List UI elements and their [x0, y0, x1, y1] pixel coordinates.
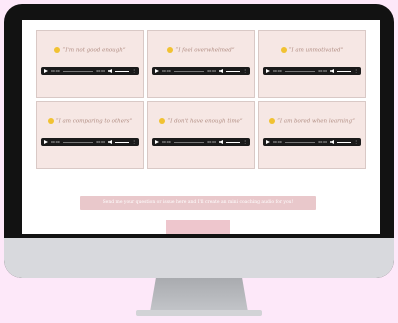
- progress-track[interactable]: [173, 141, 205, 143]
- more-options-icon[interactable]: ⋮: [243, 69, 247, 73]
- volume-icon[interactable]: [219, 140, 223, 144]
- audio-card: “I'm not good enough” 00:00 00:00 ⋮: [36, 30, 144, 98]
- progress-track[interactable]: [173, 70, 205, 72]
- volume-icon[interactable]: [330, 69, 334, 73]
- audio-card: “I am bored when learning” 00:00 00:00 ⋮: [258, 101, 366, 169]
- volume-slider[interactable]: [226, 141, 240, 143]
- progress-track[interactable]: [284, 70, 316, 72]
- volume-icon[interactable]: [330, 140, 334, 144]
- audio-player[interactable]: 00:00 00:00 ⋮: [263, 138, 361, 146]
- audio-card: “I feel overwhelmed” 00:00 00:00 ⋮: [147, 30, 255, 98]
- monitor-base: [136, 310, 262, 316]
- audio-card: “I am unmotivated” 00:00 00:00 ⋮: [258, 30, 366, 98]
- coaching-audio-grid: “I'm not good enough” 00:00 00:00 ⋮ “I f…: [36, 30, 368, 169]
- card-quote: “I feel overwhelmed”: [148, 47, 254, 54]
- card-quote: “I am comparing to others”: [37, 118, 143, 125]
- expressionless-face-icon: [280, 47, 287, 53]
- audio-player[interactable]: 00:00 00:00 ⋮: [263, 67, 361, 75]
- more-options-icon[interactable]: ⋮: [132, 69, 136, 73]
- audio-player[interactable]: 00:00 00:00 ⋮: [152, 138, 250, 146]
- duration: 00:00: [96, 140, 105, 144]
- send-question-button[interactable]: Send me your question or issue here and …: [80, 196, 316, 210]
- current-time: 00:00: [51, 69, 60, 73]
- current-time: 00:00: [162, 69, 171, 73]
- duration: 00:00: [318, 140, 327, 144]
- progress-track[interactable]: [284, 141, 316, 143]
- volume-slider[interactable]: [226, 70, 240, 72]
- card-quote: “I don't have enough time”: [148, 118, 254, 125]
- current-time: 00:00: [162, 140, 171, 144]
- current-time: 00:00: [51, 140, 60, 144]
- submit-button[interactable]: [166, 220, 230, 234]
- play-icon[interactable]: [44, 140, 48, 144]
- card-quote: “I am bored when learning”: [259, 118, 365, 125]
- more-options-icon[interactable]: ⋮: [354, 69, 358, 73]
- sad-face-icon: [159, 118, 166, 124]
- thinking-face-icon: [47, 118, 54, 124]
- volume-icon[interactable]: [219, 69, 223, 73]
- play-icon[interactable]: [266, 69, 270, 73]
- confused-face-icon: [54, 47, 61, 53]
- volume-slider[interactable]: [337, 141, 351, 143]
- duration: 00:00: [318, 69, 327, 73]
- worried-face-icon: [269, 118, 276, 124]
- audio-card: “I am comparing to others” 00:00 00:00 ⋮: [36, 101, 144, 169]
- monitor-stand: [150, 278, 248, 312]
- audio-player[interactable]: 00:00 00:00 ⋮: [152, 67, 250, 75]
- website-screen: “I'm not good enough” 00:00 00:00 ⋮ “I f…: [22, 20, 380, 234]
- volume-slider[interactable]: [115, 141, 129, 143]
- play-icon[interactable]: [155, 140, 159, 144]
- monitor-chin: [4, 238, 394, 278]
- audio-player[interactable]: 00:00 00:00 ⋮: [41, 138, 139, 146]
- audio-card: “I don't have enough time” 00:00 00:00 ⋮: [147, 101, 255, 169]
- play-icon[interactable]: [44, 69, 48, 73]
- play-icon[interactable]: [155, 69, 159, 73]
- more-options-icon[interactable]: ⋮: [243, 140, 247, 144]
- duration: 00:00: [207, 140, 216, 144]
- current-time: 00:00: [273, 140, 282, 144]
- play-icon[interactable]: [266, 140, 270, 144]
- duration: 00:00: [207, 69, 216, 73]
- card-quote: “I'm not good enough”: [37, 47, 143, 54]
- more-options-icon[interactable]: ⋮: [132, 140, 136, 144]
- volume-icon[interactable]: [108, 140, 112, 144]
- card-quote: “I am unmotivated”: [259, 47, 365, 54]
- more-options-icon[interactable]: ⋮: [354, 140, 358, 144]
- audio-player[interactable]: 00:00 00:00 ⋮: [41, 67, 139, 75]
- progress-track[interactable]: [62, 141, 94, 143]
- progress-track[interactable]: [62, 70, 94, 72]
- duration: 00:00: [96, 69, 105, 73]
- weary-face-icon: [167, 47, 174, 53]
- volume-icon[interactable]: [108, 69, 112, 73]
- current-time: 00:00: [273, 69, 282, 73]
- volume-slider[interactable]: [115, 70, 129, 72]
- volume-slider[interactable]: [337, 70, 351, 72]
